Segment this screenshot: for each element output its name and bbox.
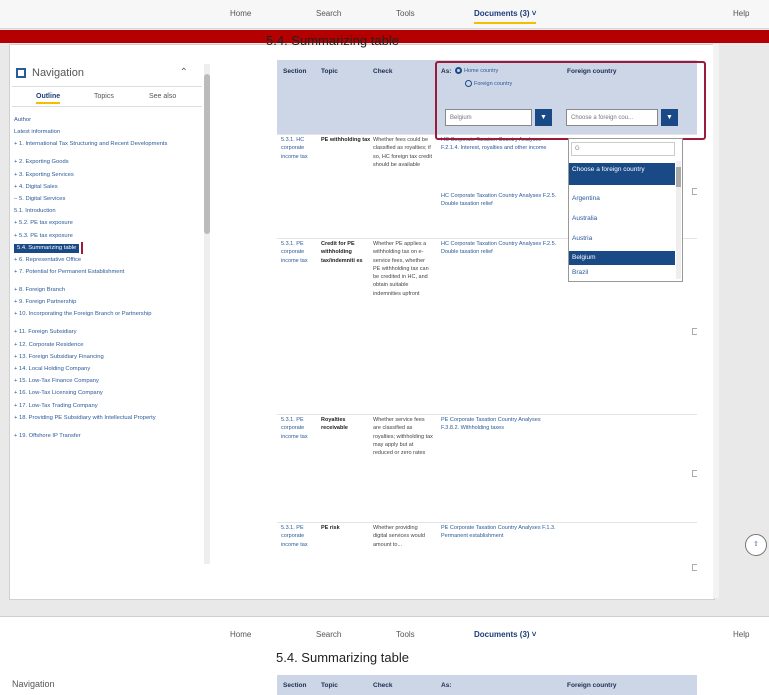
navigation-header: Navigation ⌃ xyxy=(12,62,202,87)
cell-section[interactable]: 5.3.1. HC corporate income tax xyxy=(281,136,319,161)
nav-outline-item[interactable]: + 9. Foreign Partnership xyxy=(14,296,200,308)
nav-search[interactable]: Search xyxy=(316,9,341,18)
cell-section[interactable]: 5.3.1. PE corporate income tax xyxy=(281,416,319,441)
nav-outline-item[interactable]: 5.1. Introduction xyxy=(14,205,200,217)
nav-help[interactable]: Help xyxy=(733,630,749,639)
header-topic: Topic xyxy=(321,682,338,689)
header-topic: Topic xyxy=(321,68,338,75)
navigation-title: Navigation xyxy=(32,67,84,79)
navigation-panel: Navigation ⌃ Outline Topics See also Aut… xyxy=(12,62,202,572)
nav-tools[interactable]: Tools xyxy=(396,630,415,639)
chevron-up-icon[interactable]: ⌃ xyxy=(180,67,188,78)
cell-home-link[interactable]: HC Corporate Taxation Country Analyses F… xyxy=(441,240,559,257)
scroll-top-button[interactable]: ⇧ xyxy=(745,534,767,556)
nav-outline-item[interactable]: + 16. Low-Tax Licensing Company xyxy=(14,387,200,399)
header-check: Check xyxy=(373,68,393,75)
nav-search[interactable]: Search xyxy=(316,630,341,639)
nav-outline-item[interactable]: + 3. Exporting Services xyxy=(14,169,200,181)
nav-outline-item[interactable]: + 15. Low-Tax Finance Company xyxy=(14,375,200,387)
cell-topic: PE withholding tax xyxy=(321,137,371,143)
nav-outline-item[interactable]: + 1. International Tax Structuring and R… xyxy=(14,138,200,156)
dropdown-scrollbar[interactable] xyxy=(676,161,681,279)
nav-outline-item[interactable]: Latest information xyxy=(14,126,200,138)
cell-topic: PE risk xyxy=(321,525,340,531)
header-as: As: xyxy=(441,682,452,689)
navigation-scrollbar[interactable] xyxy=(204,64,210,564)
dropdown-option[interactable]: Australia xyxy=(569,215,675,222)
dropdown-option[interactable]: Argentina xyxy=(569,195,675,202)
tab-outline[interactable]: Outline xyxy=(36,93,61,104)
nav-outline-item[interactable]: + 18. Providing PE Subsidiary with Intel… xyxy=(14,412,200,430)
cell-check: Whether service fees are classified as r… xyxy=(373,417,433,457)
nav-outline-item[interactable]: 5.4. Summarizing table xyxy=(14,241,200,254)
nav-outline-item[interactable]: + 4. Digital Sales xyxy=(14,181,200,193)
page-title: 5.4. Summarizing table xyxy=(276,650,409,665)
navigation-tabs: Outline Topics See also xyxy=(12,90,202,107)
cell-check: Whether fees could be classified as roya… xyxy=(373,137,432,168)
nav-outline-item[interactable]: + 6. Representative Office xyxy=(14,254,200,266)
header-check: Check xyxy=(373,682,393,689)
foreign-country-dropdown[interactable]: G Choose a foreign country Argentina Aus… xyxy=(568,138,683,282)
nav-home[interactable]: Home xyxy=(230,9,251,18)
nav-outline-item[interactable]: + 5.3. PE tax exposure xyxy=(14,230,200,242)
dropdown-scroll-thumb[interactable] xyxy=(676,167,681,187)
nav-outline-item[interactable]: + 19. Offshore IP Transfer xyxy=(14,430,200,442)
page-title: 5.4. Summarizing table xyxy=(266,33,399,48)
cell-topic: Credit for PE withholding tax/indemniti … xyxy=(321,241,363,264)
dropdown-option[interactable]: Austria xyxy=(569,235,675,242)
cell-section[interactable]: 5.3.1. PE corporate income tax xyxy=(281,524,319,549)
nav-help[interactable]: Help xyxy=(733,9,749,18)
nav-outline-item[interactable]: + 13. Foreign Subsidiary Financing xyxy=(14,351,200,363)
cell-home-link[interactable]: HC Corporate Taxation Country Analyses F… xyxy=(441,192,559,209)
bottom-screenshot-copy: Home Search Tools Documents (3) ˅ Help 5… xyxy=(0,616,769,695)
row-checkbox[interactable] xyxy=(692,470,697,477)
nav-documents[interactable]: Documents (3) ˅ xyxy=(474,630,536,639)
nav-outline-item[interactable]: + 11. Foreign Subsidiary xyxy=(14,326,200,338)
nav-outline-item[interactable]: + 5.2. PE tax exposure xyxy=(14,217,200,229)
tab-topics[interactable]: Topics xyxy=(94,93,114,100)
dropdown-search-input[interactable]: G xyxy=(571,142,675,156)
dropdown-option[interactable]: Brazil xyxy=(569,269,675,276)
scroll-thumb[interactable] xyxy=(204,74,210,234)
table-row-divider xyxy=(277,522,697,523)
cell-check: Whether PE applies a withholding tax on … xyxy=(373,241,429,297)
row-checkbox[interactable] xyxy=(692,328,697,335)
table-header: Section Topic Check As: Foreign country xyxy=(277,675,697,695)
cell-topic: Royalties receivable xyxy=(321,417,348,432)
nav-tools[interactable]: Tools xyxy=(396,9,415,18)
table-row-divider xyxy=(277,414,697,415)
row-checkbox[interactable] xyxy=(692,188,697,195)
nav-outline-item[interactable]: + 12. Corporate Residence xyxy=(14,339,200,351)
nav-outline-item[interactable]: + 8. Foreign Branch xyxy=(14,284,200,296)
row-checkbox[interactable] xyxy=(692,564,697,571)
dropdown-option[interactable]: Belgium xyxy=(569,251,675,265)
nav-outline-item[interactable]: + 7. Potential for Permanent Establishme… xyxy=(14,266,200,284)
dropdown-option[interactable]: Choose a foreign country xyxy=(569,163,675,185)
nav-outline-item-selected[interactable]: 5.4. Summarizing table xyxy=(14,241,84,254)
top-navigation: Home Search Tools Documents (3) ˅ Help xyxy=(0,0,769,29)
country-selector-highlight xyxy=(435,61,706,140)
nav-outline-item[interactable]: − 5. Digital Services xyxy=(14,193,200,205)
header-section: Section xyxy=(283,68,307,75)
tab-see-also[interactable]: See also xyxy=(149,93,176,100)
cell-section[interactable]: 5.3.1. PE corporate income tax xyxy=(281,240,319,265)
cell-home-link[interactable]: PE Corporate Taxation Country Analyses F… xyxy=(441,524,559,541)
nav-outline-item[interactable]: + 17. Low-Tax Trading Company xyxy=(14,400,200,412)
cell-check: Whether providing digital services would… xyxy=(373,525,425,548)
navigation-title: Navigation xyxy=(12,679,55,689)
nav-outline-item[interactable]: Author xyxy=(14,114,200,126)
nav-home[interactable]: Home xyxy=(230,630,251,639)
page-scrollbar[interactable] xyxy=(713,44,719,598)
book-icon xyxy=(16,68,26,78)
header-section: Section xyxy=(283,682,307,689)
nav-outline-item[interactable]: + 14. Local Holding Company xyxy=(14,363,200,375)
navigation-outline: Author Latest information + 1. Internation… xyxy=(14,114,200,442)
header-foreign-country: Foreign country xyxy=(567,682,617,689)
nav-documents[interactable]: Documents (3) ˅ xyxy=(474,9,537,24)
cell-home-link[interactable]: PE Corporate Taxation Country Analyses F… xyxy=(441,416,559,433)
nav-outline-item[interactable]: + 10. Incorporating the Foreign Branch o… xyxy=(14,308,200,326)
nav-outline-item[interactable]: + 2. Exporting Goods xyxy=(14,156,200,168)
